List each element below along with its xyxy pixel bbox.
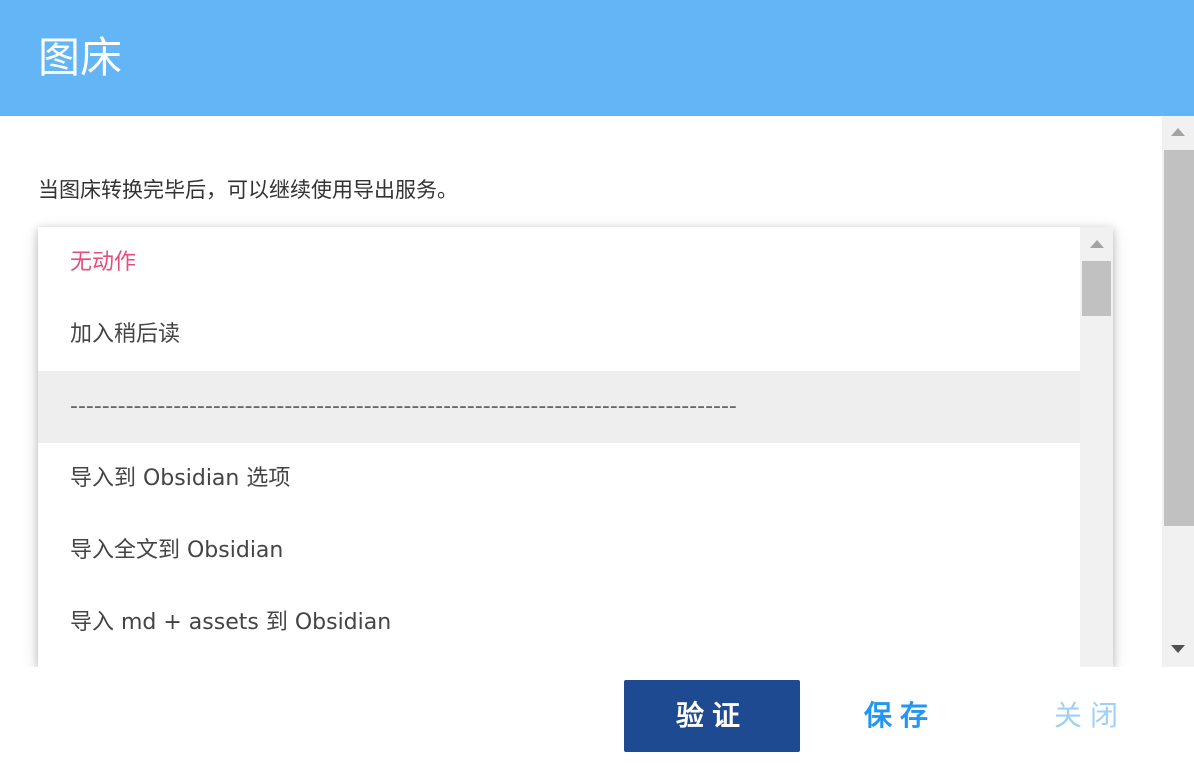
dropdown-scroll-up-arrow-icon[interactable] — [1090, 240, 1104, 248]
dropdown-option-obsidian-fulltext[interactable]: 导入全文到 Obsidian — [38, 515, 1080, 587]
dialog-header: 图床 — [0, 0, 1194, 116]
dropdown-option-no-action[interactable]: 无动作 — [38, 227, 1080, 299]
verify-button[interactable]: 验证 — [624, 680, 800, 752]
save-button[interactable]: 保存 — [840, 680, 960, 752]
dialog-footer: 验证 保存 关闭 — [0, 667, 1194, 763]
dropdown-option-obsidian-md-assets[interactable]: 导入 md + assets 到 Obsidian — [38, 587, 1080, 659]
dropdown-option-separator[interactable]: ----------------------------------------… — [38, 371, 1080, 443]
dialog: 图床 当图床转换完毕后，可以继续使用导出服务。 无动作 加入稍后读 ------… — [0, 0, 1194, 763]
content-scrollbar[interactable] — [1162, 116, 1194, 667]
scrollbar-thumb[interactable] — [1164, 150, 1194, 526]
dropdown-option-read-later[interactable]: 加入稍后读 — [38, 299, 1080, 371]
scroll-down-arrow-icon[interactable] — [1171, 645, 1185, 653]
dropdown-option-list: 无动作 加入稍后读 ------------------------------… — [38, 227, 1080, 659]
dialog-title: 图床 — [38, 33, 123, 82]
dropdown-scrollbar[interactable] — [1080, 227, 1113, 667]
dropdown-option-obsidian-options[interactable]: 导入到 Obsidian 选项 — [38, 443, 1080, 515]
action-dropdown-menu: 无动作 加入稍后读 ------------------------------… — [38, 227, 1113, 667]
description-text: 当图床转换完毕后，可以继续使用导出服务。 — [38, 178, 458, 202]
scroll-up-arrow-icon[interactable] — [1171, 128, 1185, 136]
dropdown-scrollbar-thumb[interactable] — [1082, 261, 1111, 316]
close-button[interactable]: 关闭 — [1030, 680, 1150, 752]
